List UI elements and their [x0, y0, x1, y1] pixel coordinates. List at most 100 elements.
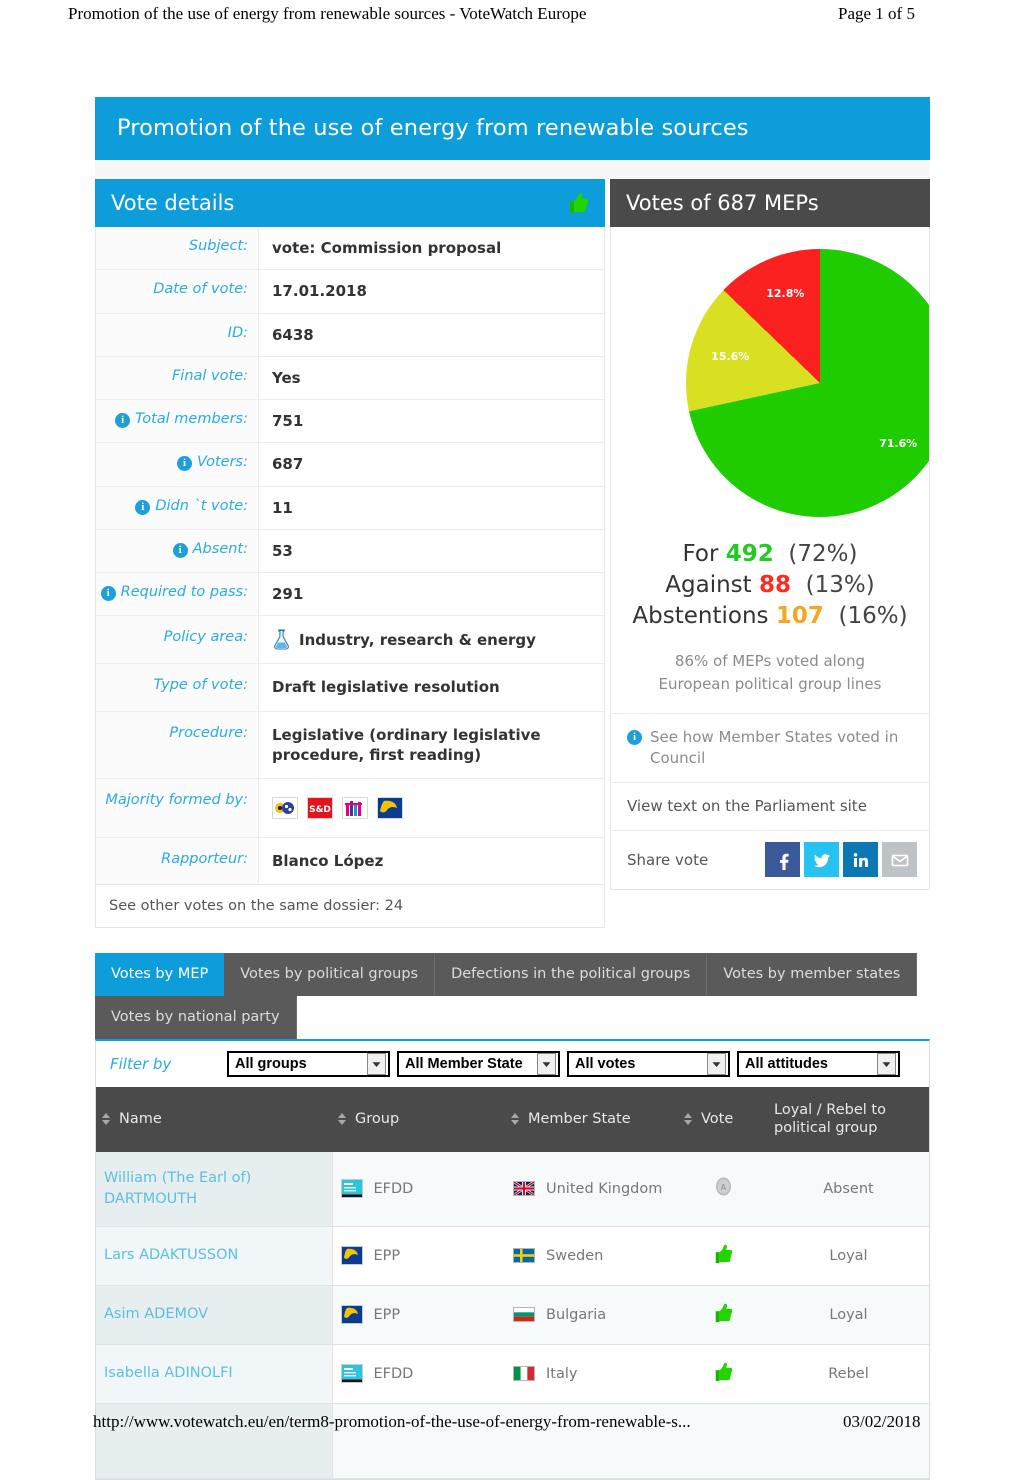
share-icons — [765, 842, 917, 878]
detail-label: Policy area: — [96, 616, 259, 664]
thumbs-up-icon — [567, 191, 589, 215]
tab-votes-by-national-party[interactable]: Votes by national party — [95, 996, 297, 1040]
alde-logo[interactable] — [342, 797, 368, 819]
mep-state-label: Italy — [546, 1365, 578, 1382]
mep-name-link[interactable]: Asim ADEMOV — [104, 1304, 324, 1325]
mep-attitude-cell: Loyal — [768, 1226, 929, 1286]
mep-name-cell[interactable]: Asim ADEMOV — [96, 1285, 333, 1345]
detail-row: Date of vote: 17.01.2018 — [96, 270, 604, 314]
sort-icon[interactable] — [338, 1113, 346, 1126]
tab-votes-by-member-states[interactable]: Votes by member states — [707, 953, 918, 997]
tally-abstentions: Abstentions 107 (16%) — [611, 601, 929, 632]
pie-label-for: 71.6% — [879, 436, 918, 450]
detail-row: i Required to pass: 291 — [96, 573, 604, 617]
epp-logo — [340, 1246, 363, 1266]
column-header-vote[interactable]: Vote — [678, 1087, 768, 1152]
detail-value: Draft legislative resolution — [272, 678, 500, 697]
mep-name-cell[interactable]: Lars ADAKTUSSON — [96, 1226, 333, 1286]
detail-row: i Didn `t vote: 11 — [96, 486, 604, 530]
chevron-down-icon — [877, 1053, 896, 1076]
tab-votes-by-mep[interactable]: Votes by MEP — [95, 953, 225, 997]
main-content: Promotion of the use of energy from rene… — [95, 97, 930, 1480]
detail-value: 6438 — [272, 325, 314, 344]
tally-for: For 492 (72%) — [611, 539, 929, 570]
tally-abstentions-label: Abstentions — [632, 603, 769, 630]
info-icon[interactable]: i — [135, 499, 151, 515]
column-header-member-state[interactable]: Member State — [505, 1087, 678, 1152]
column-header-loyalty[interactable]: Loyal / Rebel to political group — [768, 1087, 929, 1152]
mep-name-link[interactable]: Lars ADAKTUSSON — [104, 1245, 324, 1266]
detail-label: i Required to pass: — [96, 573, 259, 616]
vote-tally: For 492 (72%) Against 88 (13%) Abstentio… — [611, 525, 929, 636]
detail-value: 291 — [272, 585, 304, 603]
table-header-row: Name Group Member State Vote Loyal / Reb — [96, 1087, 929, 1152]
mep-group-label: EFDD — [373, 1180, 414, 1197]
column-header-name[interactable]: Name — [96, 1087, 332, 1152]
tally-against-label: Against — [665, 572, 752, 599]
detail-label: Rapporteur: — [96, 838, 259, 885]
detail-value: 17.01.2018 — [272, 282, 367, 301]
tab-votes-by-political-groups[interactable]: Votes by political groups — [224, 953, 436, 997]
facebook-icon[interactable] — [765, 842, 800, 878]
mep-name-link[interactable]: Isabella ADINOLFI — [104, 1363, 324, 1384]
mep-vote-cell — [678, 1285, 768, 1345]
column-header-group[interactable]: Group — [332, 1087, 505, 1152]
votes-filter-select[interactable]: All votes — [567, 1051, 730, 1078]
detail-value: 53 — [272, 541, 293, 560]
italy-flag — [513, 1366, 535, 1382]
print-footer-url: http://www.votewatch.eu/en/term8-promoti… — [93, 1412, 691, 1431]
council-link-row[interactable]: i See how Member States voted in Council — [611, 713, 929, 782]
spacer — [95, 160, 930, 179]
groups-filter-select[interactable]: All groups — [227, 1051, 390, 1078]
dossier-link[interactable]: See other votes on the same dossier: 24 — [95, 885, 605, 929]
member-state-filter-select[interactable]: All Member State — [397, 1051, 560, 1078]
detail-label: ID: — [96, 313, 259, 356]
tally-for-label: For — [682, 541, 719, 567]
council-link-text[interactable]: See how Member States voted in Council — [650, 727, 913, 769]
ecr-logo[interactable] — [377, 797, 403, 819]
votes-panel-body: 71.6% 15.6% 12.8% For 492 (72%) Against … — [610, 227, 930, 891]
mep-state-label: United Kingdom — [546, 1180, 663, 1197]
info-icon[interactable]: i — [115, 413, 131, 428]
votes-panel-header: Votes of 687 MEPs — [610, 179, 930, 227]
email-icon[interactable] — [882, 842, 917, 878]
tabs-section: Votes by MEP Votes by political groups D… — [95, 953, 930, 1040]
info-icon[interactable]: i — [177, 456, 193, 472]
sort-icon[interactable] — [684, 1113, 692, 1126]
detail-label-text: Rapporteur: — [161, 851, 248, 867]
print-footer-date: 03/02/2018 — [843, 1412, 921, 1431]
table-row: William (The Earl of) DARTMOUTH EFDD Uni… — [96, 1151, 929, 1227]
mep-state-cell: Sweden — [505, 1226, 678, 1286]
tally-for-value: 492 — [725, 541, 774, 567]
votes-panel-column: Votes of 687 MEPs 71.6% 15.6% 12.8% For … — [610, 179, 930, 891]
mep-state-cell: Bulgaria — [505, 1285, 678, 1345]
tab-defections[interactable]: Defections in the political groups — [435, 953, 708, 997]
twitter-icon[interactable] — [804, 842, 839, 878]
vote-details-header: Vote details — [95, 179, 605, 227]
parliament-link-row[interactable]: View text on the Parliament site — [611, 782, 929, 830]
mep-name-link[interactable]: William (The Earl of) DARTMOUTH — [104, 1168, 324, 1210]
parliament-link-text[interactable]: View text on the Parliament site — [627, 796, 867, 817]
attitudes-filter-select[interactable]: All attitudes — [737, 1051, 900, 1078]
info-icon[interactable]: i — [172, 542, 188, 558]
epp-logo[interactable] — [272, 797, 298, 819]
linkedin-icon[interactable] — [843, 842, 878, 878]
mep-state-cell: Italy — [505, 1344, 678, 1404]
tally-against-value: 88 — [759, 572, 792, 599]
mep-group-cell: EFDD — [332, 1344, 505, 1404]
bulgaria-flag — [513, 1307, 535, 1323]
sort-icon[interactable] — [102, 1113, 110, 1126]
info-icon[interactable]: i — [100, 586, 116, 601]
detail-label-text: Final vote: — [171, 367, 248, 384]
mep-name-cell[interactable]: William (The Earl of) DARTMOUTH — [96, 1151, 333, 1227]
info-icon[interactable]: i — [627, 730, 642, 746]
detail-value: vote: Commission proposal — [272, 239, 502, 257]
detail-row: ID: 6438 — [96, 313, 604, 357]
sd-logo[interactable]: S&D — [307, 797, 333, 819]
detail-row: Type of vote: Draft legislative resoluti… — [96, 664, 604, 712]
pie-label-abstentions: 15.6% — [711, 349, 750, 363]
mep-name-cell[interactable]: Isabella ADINOLFI — [96, 1344, 333, 1404]
sort-icon[interactable] — [511, 1113, 519, 1126]
detail-value: Yes — [272, 368, 301, 387]
svg-text:A: A — [720, 1183, 726, 1192]
